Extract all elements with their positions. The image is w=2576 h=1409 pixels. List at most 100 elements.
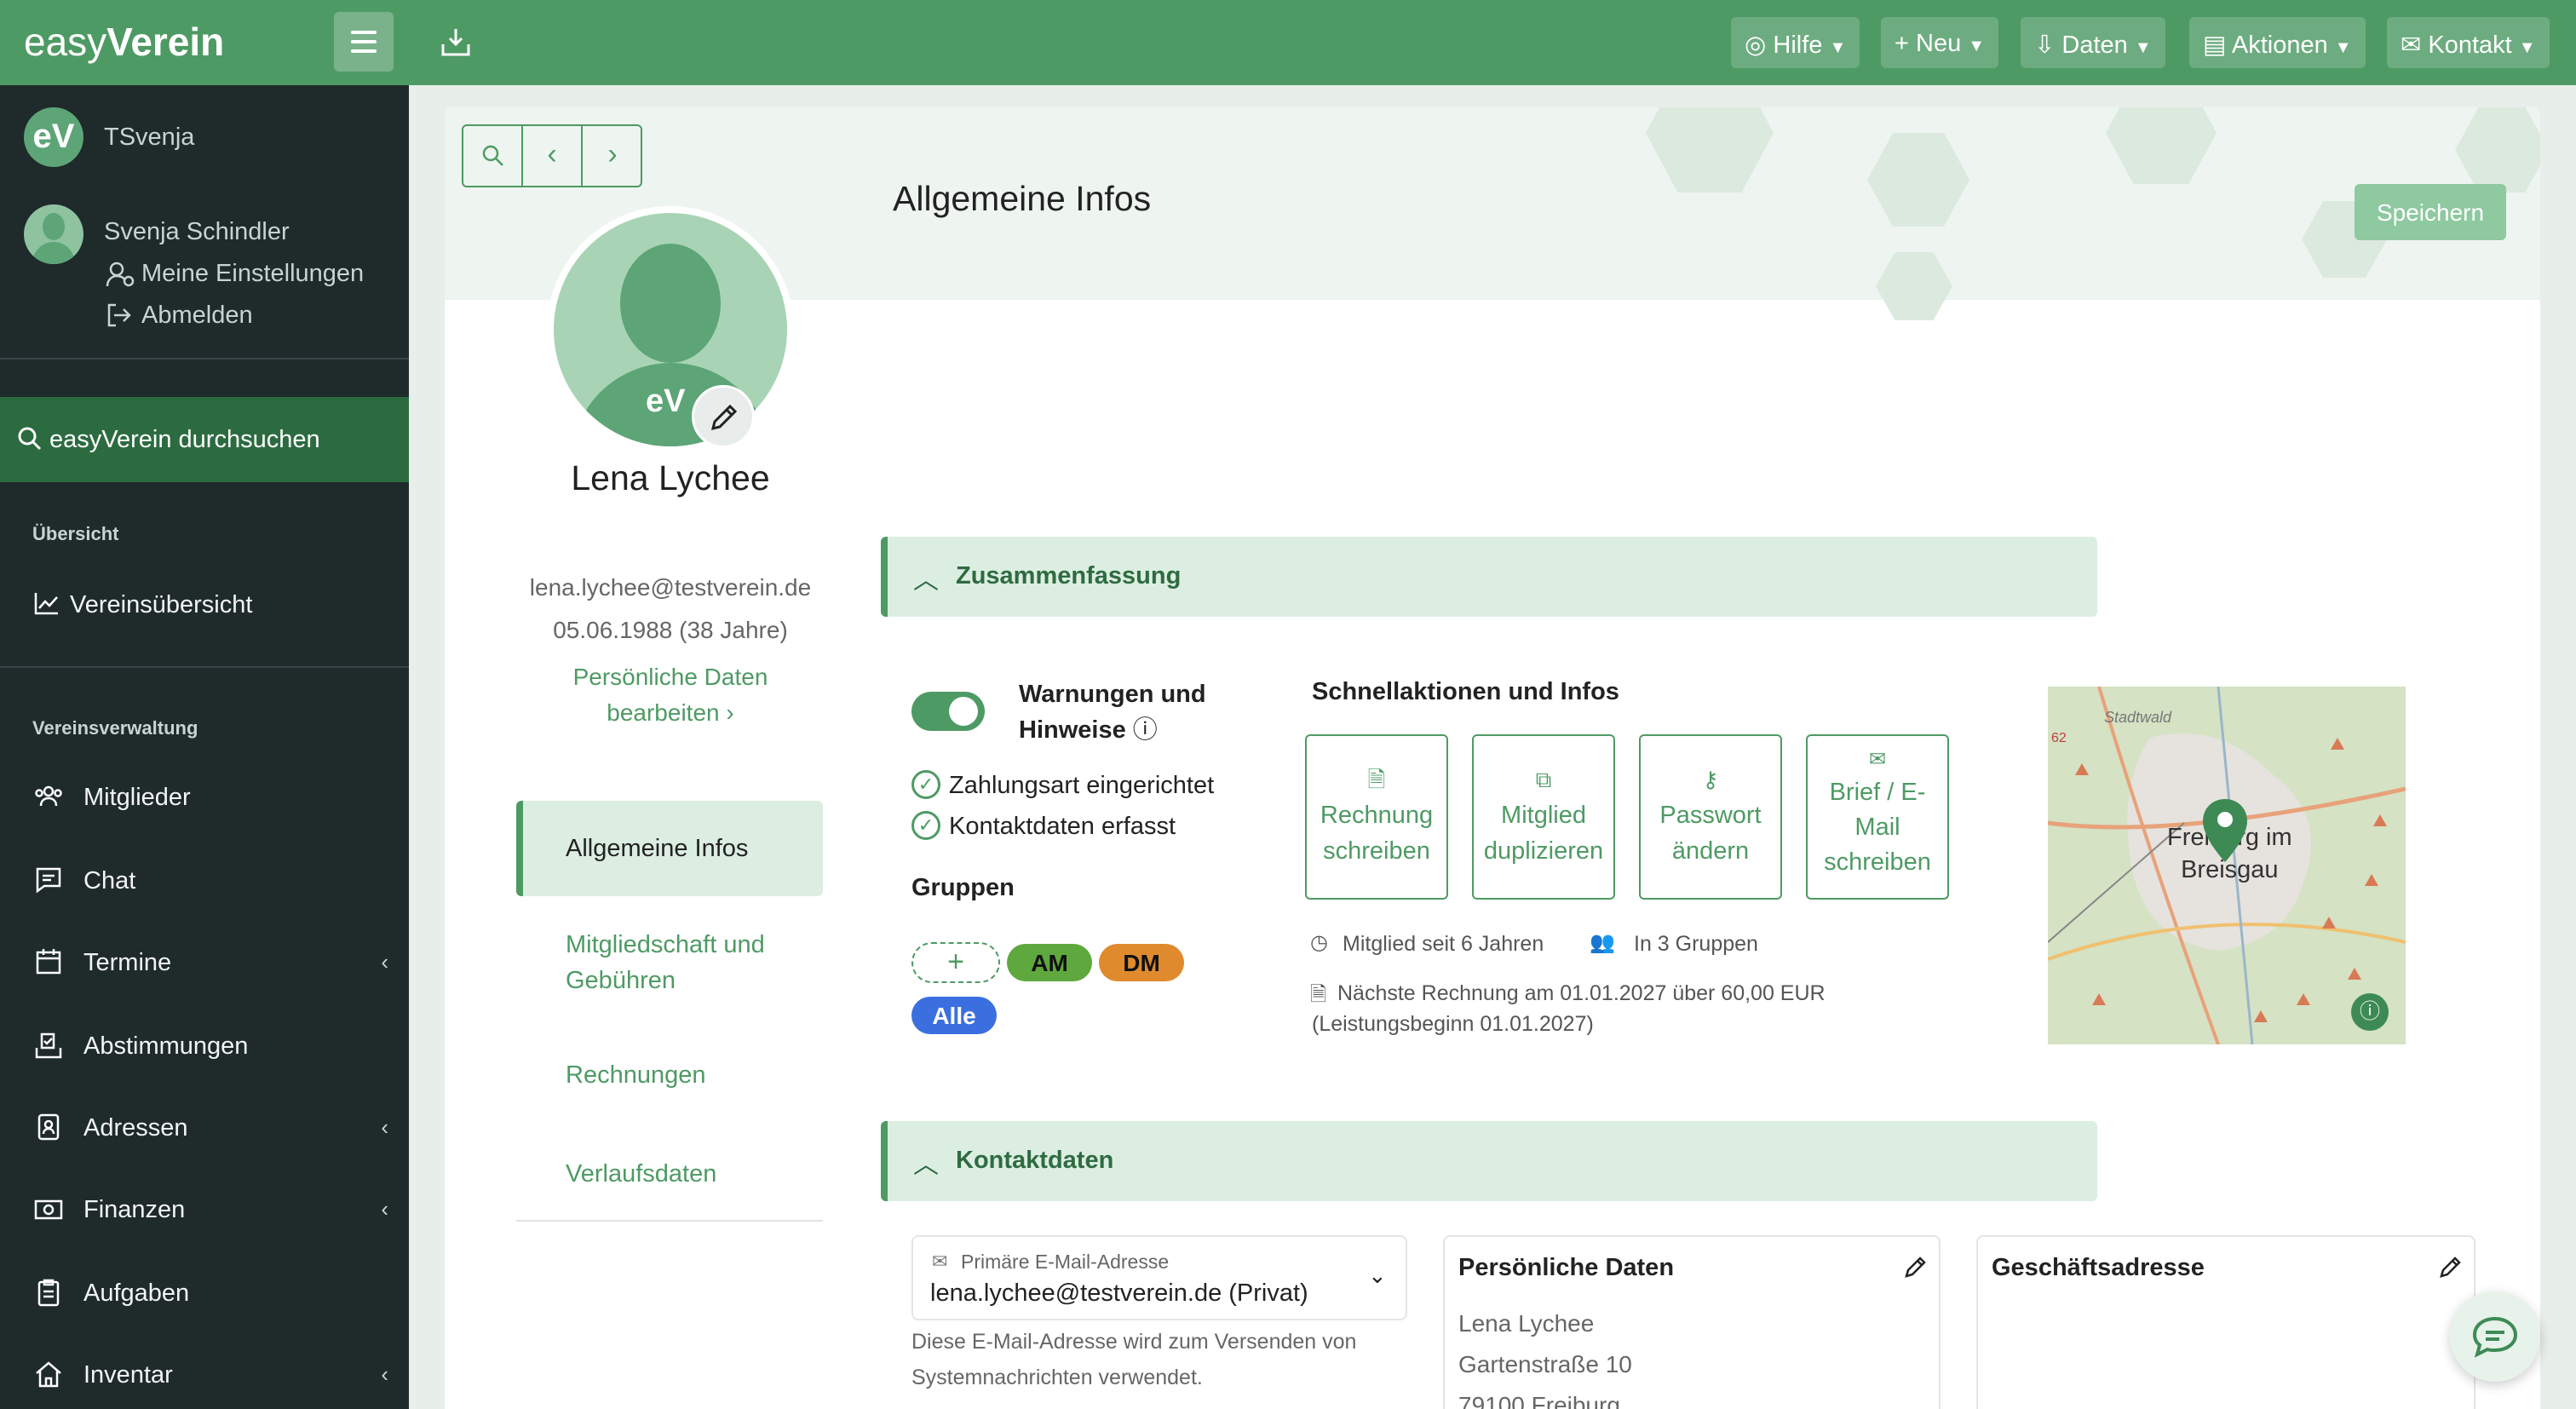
sidebar-item-adressen[interactable]: Adressen ‹ [0,1092,409,1164]
save-button[interactable]: Speichern [2355,184,2506,240]
user-avatar[interactable] [24,204,83,264]
tab-rechnungen[interactable]: Rechnungen [566,1061,705,1090]
warnings-label-line: Hinweise [1019,716,1126,744]
contact-section-header[interactable]: ︿ Kontaktdaten [881,1121,2097,1201]
duplicate-member-button[interactable]: ⧉ Mitglied duplizieren [1472,734,1615,900]
warnings-label: Warnungen und Hinweise ⓘ [1019,676,1206,748]
contact-menu-button[interactable]: ✉ Kontakt ▼ [2387,17,2550,68]
question-circle-icon[interactable]: ⓘ [1133,716,1158,744]
download-tray-icon[interactable] [440,26,472,58]
banner-hexagon [2455,107,2540,193]
group-badge-dm[interactable]: DM [1099,944,1184,981]
search-icon [482,145,503,166]
data-label: Daten [2061,32,2128,59]
sidebar-item-mitglieder[interactable]: Mitglieder [0,762,409,833]
actions-menu-button[interactable]: ▤ Aktionen ▼ [2189,17,2366,68]
next-invoice-line: (Leistungsbeginn 01.01.2027) [1312,1012,1594,1036]
map-info-icon[interactable]: ⓘ [2351,993,2389,1031]
toggle-knob [949,697,978,726]
banner-hexagon [2106,107,2217,184]
warnings-toggle[interactable] [911,692,985,731]
quick-action-label: Mitglied [1501,802,1586,829]
summary-section-header[interactable]: ︿ Zusammenfassung [881,537,2097,617]
quick-action-label: Passwort [1659,802,1762,829]
actions-label: Aktionen [2231,32,2328,59]
chevron-left-icon: ‹ [381,949,388,975]
users-icon: 👥 [1590,931,1615,954]
club-logo-icon[interactable]: eV [24,107,83,167]
hamburger-menu-button[interactable] [334,12,394,72]
summary-heading: Zusammenfassung [956,562,1182,589]
edit-personal-data-link[interactable]: Persönliche Daten bearbeiten › [445,659,896,731]
quick-action-label: Brief / E- [1829,779,1926,806]
check-payment-method: Zahlungsart eingerichtet [949,772,1215,799]
sidebar-item-chat[interactable]: Chat [0,845,409,917]
record-search-button[interactable] [463,126,523,186]
calendar-icon [36,949,61,975]
money-icon [34,1199,63,1220]
sidebar-item-vereinsuebersicht[interactable]: Vereinsübersicht [0,569,409,641]
group-badge-alle[interactable]: Alle [911,997,997,1034]
next-record-button[interactable]: › [583,126,642,186]
personal-data-panel: Persönliche Daten Lena Lychee Gartenstra… [1443,1235,1941,1409]
search-input[interactable]: easyVerein durchsuchen [49,426,320,454]
warnings-label-line: Warnungen und [1019,681,1206,708]
add-group-button[interactable]: + [911,942,1000,983]
logout-link[interactable]: Abmelden [141,302,253,330]
quick-action-label: duplizieren [1483,837,1604,865]
write-invoice-button[interactable]: 🗎 Rechnung schreiben [1305,734,1448,900]
sidebar-item-termine[interactable]: Termine ‹ [0,927,409,998]
caret-down-icon: ▼ [2134,38,2152,57]
toolbox-icon: ▤ [2203,32,2227,59]
contact-heading: Kontaktdaten [956,1147,1114,1174]
my-settings-link[interactable]: Meine Einstellungen [141,260,364,288]
plus-icon: + [947,946,964,978]
floating-chat-button[interactable] [2450,1291,2540,1382]
quick-action-label: Rechnung [1320,802,1434,829]
personal-data-line: Lena Lychee [1458,1310,1595,1337]
banner-hexagon [1867,133,1969,227]
user-name[interactable]: Svenja Schindler [104,218,290,246]
chevron-up-icon: ︿ [913,1151,939,1179]
chevron-down-icon: ⌄ [1368,1262,1387,1288]
pencil-icon[interactable] [2438,1254,2464,1280]
contact-label: Kontakt [2428,32,2512,59]
users-icon [35,785,62,807]
member-avatar[interactable]: eV [547,206,794,453]
tab-mitgliedschaft[interactable]: Mitgliedschaft und Gebühren [566,927,765,998]
data-menu-button[interactable]: ⇩ Daten ▼ [2021,17,2165,68]
sidebar-item-aufgaben[interactable]: Aufgaben [0,1257,409,1329]
quick-actions-heading: Schnellaktionen und Infos [1312,678,1619,705]
primary-email-select[interactable]: ✉ Primäre E-Mail-Adresse lena.lychee@tes… [911,1235,1407,1320]
home-icon [36,1361,61,1388]
edit-avatar-button[interactable] [692,385,755,448]
pencil-icon[interactable] [1903,1254,1929,1280]
personal-data-line: Gartenstraße 10 [1458,1351,1632,1377]
app-logo[interactable]: easyVerein [24,19,224,65]
sidebar-item-finanzen[interactable]: Finanzen ‹ [0,1174,409,1245]
sidebar-search[interactable]: easyVerein durchsuchen [0,397,409,482]
write-letter-email-button[interactable]: ✉ Brief / E- Mail schreiben [1806,734,1949,900]
sidebar-item-abstimmungen[interactable]: Abstimmungen [0,1010,409,1082]
group-badge-am[interactable]: AM [1007,944,1092,981]
member-location-map[interactable]: Stadtwald 62 Freiburg imBreisgau ⓘ [2048,687,2406,1044]
check-circle-icon: ✓ [911,770,940,799]
help-menu-button[interactable]: ◎ Hilfe ▼ [1731,17,1860,68]
caret-down-icon: ▼ [1968,37,1986,55]
club-name[interactable]: TSvenja [104,124,194,152]
caret-down-icon: ▼ [1829,38,1847,57]
section-admin-label: Vereinsverwaltung [32,717,198,739]
key-icon: ⚷ [1702,767,1719,792]
previous-record-button[interactable]: ‹ [523,126,583,186]
new-menu-button[interactable]: + Neu ▼ [1881,17,1999,68]
tab-allgemeine-infos[interactable]: Allgemeine Infos [516,801,823,896]
top-navbar: ◎ Hilfe ▼ + Neu ▼ ⇩ Daten ▼ ▤ Aktionen ▼… [409,0,2576,85]
email-hint-line: Systemnachrichten verwendet. [911,1366,1203,1389]
change-password-button[interactable]: ⚷ Passwort ändern [1639,734,1782,900]
check-contact-data: Kontaktdaten erfasst [949,813,1176,840]
sidebar-item-inventar[interactable]: Inventar ‹ [0,1339,409,1409]
personal-data-line: 79100 Freiburg [1458,1392,1620,1409]
tab-verlaufsdaten[interactable]: Verlaufsdaten [566,1160,716,1188]
caret-down-icon: ▼ [2518,38,2536,57]
quick-action-label: ändern [1671,837,1750,865]
